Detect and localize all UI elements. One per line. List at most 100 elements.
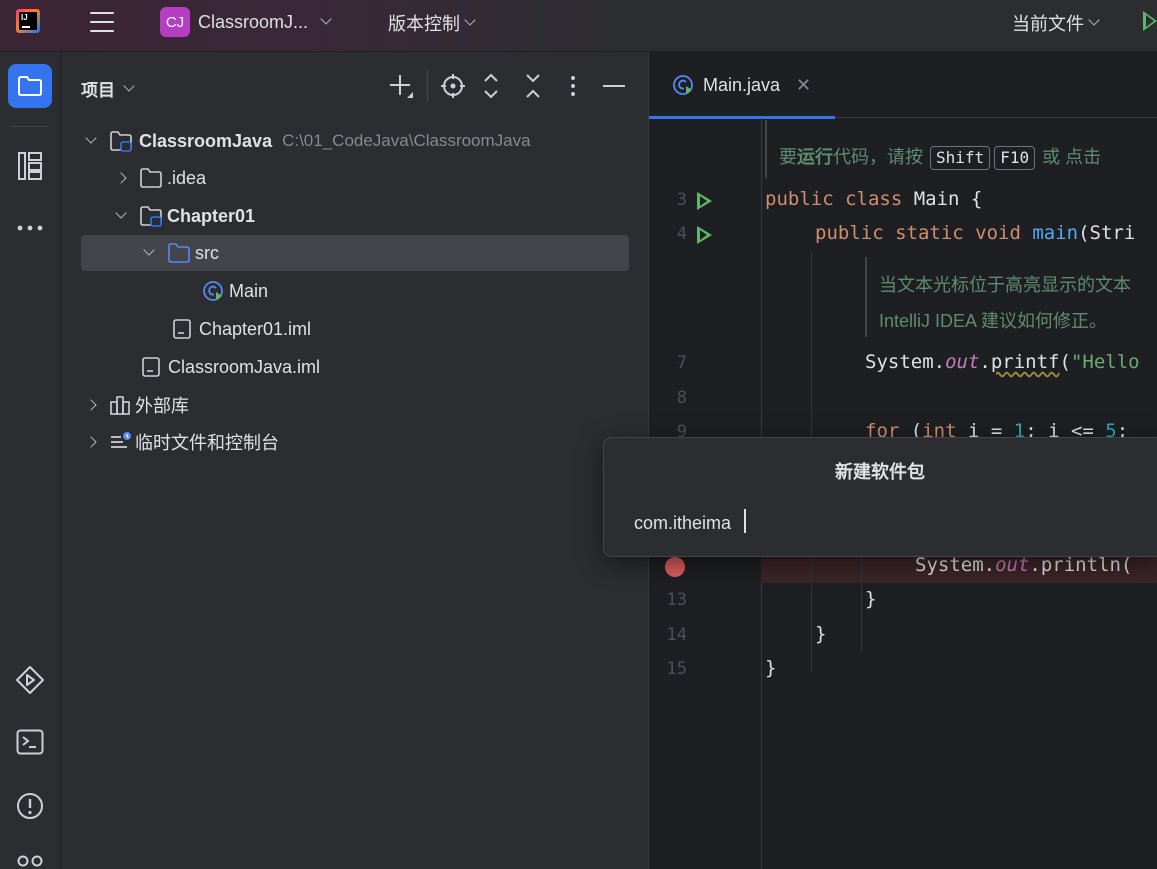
vcs-menu[interactable]: 版本控制 (388, 10, 476, 36)
line-number: 13 (666, 590, 687, 610)
more-tools-button[interactable] (8, 206, 52, 250)
run-tool-button[interactable] (8, 658, 52, 702)
tree-item-idea[interactable]: .idea (81, 160, 629, 196)
vcs-icon (17, 855, 43, 867)
divider (427, 70, 428, 102)
chevron-down-icon[interactable] (111, 206, 131, 226)
chevron-right-icon[interactable] (81, 395, 101, 415)
project-panel-header[interactable]: 项目 (81, 76, 135, 101)
run-gutter-icon[interactable] (697, 192, 712, 210)
hide-icon (603, 85, 625, 87)
tab-label: Main.java (703, 74, 781, 95)
text-caret (744, 509, 746, 533)
tree-item-label: Main (229, 280, 269, 301)
add-button[interactable] (387, 72, 415, 100)
hide-panel-button[interactable] (601, 72, 627, 100)
project-name: ClassroomJ... (198, 11, 309, 32)
tree-item-label: ClassroomJava.iml (168, 356, 321, 377)
breakpoint-icon[interactable] (665, 557, 685, 577)
run-config-selector[interactable]: 当前文件 (1012, 10, 1100, 36)
main-menu-icon[interactable] (88, 8, 116, 36)
tree-item-label: 外部库 (135, 396, 189, 416)
java-class-icon (203, 281, 223, 301)
tree-item-label: 临时文件和控制台 (135, 433, 279, 453)
project-path: C:\01_CodeJava\ClassroomJava (282, 131, 531, 150)
hint-action: 运行 (797, 147, 833, 167)
structure-icon (18, 152, 42, 180)
chevron-down-icon[interactable] (139, 243, 159, 263)
folder-icon (140, 168, 162, 188)
structure-tool-button[interactable] (8, 144, 52, 188)
tool-window-strip (0, 52, 61, 869)
editor-tab-bar: Main.java ✕ (649, 52, 1157, 119)
vcs-tool-button[interactable] (8, 844, 52, 869)
doc-bar (765, 120, 767, 178)
more-icon (17, 225, 43, 231)
code-line[interactable]: public class Main { (765, 188, 982, 210)
folder-icon (18, 76, 42, 96)
chevron-right-icon[interactable] (111, 168, 131, 188)
tree-item-label: .idea (167, 167, 207, 188)
terminal-tool-button[interactable] (8, 720, 52, 764)
java-class-icon (673, 75, 693, 95)
vcs-label: 版本控制 (388, 14, 460, 34)
code-line[interactable]: } (765, 657, 776, 679)
tree-item-classroomjava[interactable]: ClassroomJava C:\01_CodeJava\ClassroomJa… (81, 123, 629, 159)
run-icon[interactable] (1143, 11, 1157, 31)
line-number: 8 (676, 388, 687, 408)
doc-comment-line: 当文本光标位于高亮显示的文本 (879, 275, 1131, 295)
collapse-icon (526, 74, 540, 98)
tree-item-src[interactable]: src (81, 235, 629, 271)
tree-item-external-libraries[interactable]: 外部库 (81, 387, 629, 423)
expand-all-button[interactable] (479, 72, 503, 100)
line-number: 3 (676, 190, 687, 210)
options-button[interactable] (561, 72, 585, 100)
hint-middle: 代码，请按 (833, 147, 923, 167)
run-gutter-icon[interactable] (697, 226, 712, 244)
shortcut-key: F10 (994, 146, 1036, 170)
project-panel: 项目 ClassroomJava C:\01_CodeJava\Classroo… (61, 52, 648, 869)
package-name-input[interactable] (634, 508, 1134, 538)
code-line[interactable]: public static void main(Stri (815, 222, 1135, 244)
chevron-down-icon[interactable] (81, 131, 101, 151)
dialog-title: 新建软件包 (835, 462, 925, 482)
run-config-label: 当前文件 (1012, 14, 1084, 34)
tree-item-scratches[interactable]: 临时文件和控制台 (81, 424, 629, 460)
doc-comment-line: IntelliJ IDEA 建议如何修正。 (879, 311, 1108, 331)
doc-bar (865, 257, 867, 337)
iml-file-icon (142, 357, 160, 377)
tree-item-chapter01[interactable]: Chapter01 (81, 198, 629, 234)
locate-button[interactable] (439, 72, 467, 100)
active-tab-indicator (649, 116, 835, 119)
project-badge: CJ (160, 7, 190, 37)
divider (10, 126, 48, 127)
project-tool-button[interactable] (8, 64, 52, 108)
chevron-down-icon (123, 79, 135, 92)
code-line[interactable]: } (865, 588, 876, 610)
module-folder-icon (110, 131, 132, 152)
intellij-logo-icon[interactable]: IJ (16, 9, 40, 33)
close-icon[interactable]: ✕ (796, 75, 811, 96)
shortcut-key: Shift (930, 146, 991, 170)
new-package-dialog: 新建软件包 (603, 437, 1157, 557)
scratches-icon (111, 432, 131, 448)
chevron-right-icon[interactable] (81, 432, 101, 452)
project-switcher[interactable]: CJ ClassroomJ... (160, 6, 332, 38)
line-number: 15 (666, 659, 687, 679)
code-line[interactable]: System.out.println( (915, 554, 1132, 576)
problems-tool-button[interactable] (8, 784, 52, 828)
tree-item-label: src (195, 242, 219, 263)
project-panel-title: 项目 (81, 81, 115, 100)
code-line[interactable]: } (815, 623, 826, 645)
code-line[interactable]: System.out.printf("Hello (865, 351, 1140, 373)
tree-item-chapter01-iml[interactable]: Chapter01.iml (81, 311, 629, 347)
tree-item-classroomjava-iml[interactable]: ClassroomJava.iml (81, 349, 629, 385)
title-bar: IJ CJ ClassroomJ... 版本控制 当前文件 (0, 0, 1157, 52)
chevron-down-icon (320, 13, 332, 25)
tab-main-java[interactable]: Main.java ✕ (649, 52, 835, 119)
terminal-icon (16, 729, 44, 755)
collapse-all-button[interactable] (521, 72, 545, 100)
module-folder-icon (140, 206, 162, 227)
source-folder-icon (168, 243, 190, 263)
tree-item-main[interactable]: Main (81, 273, 629, 309)
